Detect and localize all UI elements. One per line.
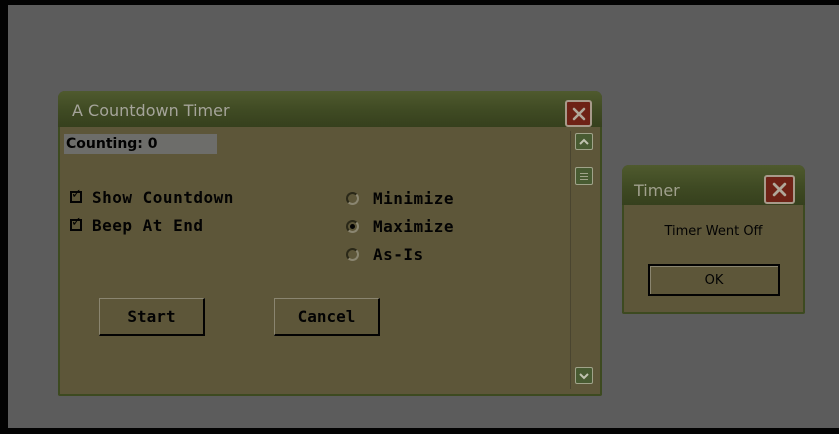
radio-circle[interactable] — [346, 219, 359, 233]
vertical-scrollbar[interactable] — [570, 131, 597, 389]
scroll-up-button[interactable] — [575, 133, 593, 150]
countdown-timer-window: A Countdown Timer Counting: 0 ✓ Show Cou… — [58, 91, 602, 396]
check-icon: ✓ — [71, 187, 83, 202]
close-icon — [572, 107, 585, 120]
scroll-thumb[interactable] — [575, 167, 593, 185]
chevron-down-icon — [579, 372, 589, 379]
close-button[interactable] — [565, 100, 592, 127]
close-icon — [772, 182, 787, 197]
title-bar[interactable]: Timer — [622, 165, 805, 205]
desktop: A Countdown Timer Counting: 0 ✓ Show Cou… — [8, 5, 839, 428]
radio-circle[interactable] — [346, 191, 359, 205]
window-client-area: Counting: 0 ✓ Show Countdown ✓ Beep At E… — [60, 127, 600, 393]
radio-label: Maximize — [373, 216, 455, 236]
checkbox-box[interactable]: ✓ — [70, 215, 83, 231]
minimize-radio[interactable]: Minimize — [346, 188, 454, 208]
as-is-radio[interactable]: As-Is — [346, 244, 424, 264]
checkbox-label: Show Countdown — [92, 187, 234, 207]
checkbox-box[interactable]: ✓ — [70, 187, 83, 203]
scroll-down-button[interactable] — [575, 367, 593, 384]
beep-at-end-checkbox[interactable]: ✓ Beep At End — [70, 215, 203, 235]
radio-circle[interactable] — [346, 247, 359, 261]
maximize-radio[interactable]: Maximize — [346, 216, 454, 236]
timer-message-box: Timer Timer Went Off OK — [622, 165, 805, 314]
checkbox-label: Beep At End — [92, 215, 204, 235]
window-title: A Countdown Timer — [72, 101, 230, 120]
show-countdown-checkbox[interactable]: ✓ Show Countdown — [70, 187, 234, 207]
counting-label: Counting: 0 — [64, 134, 217, 154]
grip-icon — [580, 172, 588, 174]
cancel-button[interactable]: Cancel — [274, 298, 380, 336]
radio-label: As-Is — [373, 244, 424, 264]
check-icon: ✓ — [71, 215, 83, 230]
window-title: Timer — [634, 181, 680, 200]
radio-dot — [350, 223, 355, 229]
title-bar[interactable]: A Countdown Timer — [58, 91, 602, 127]
message-text: Timer Went Off — [664, 224, 763, 239]
chevron-up-icon — [579, 138, 589, 145]
ok-button[interactable]: OK — [648, 264, 780, 296]
radio-label: Minimize — [373, 188, 455, 208]
close-button[interactable] — [764, 175, 795, 204]
start-button[interactable]: Start — [99, 298, 205, 336]
window-client-area: Timer Went Off OK — [624, 205, 803, 311]
